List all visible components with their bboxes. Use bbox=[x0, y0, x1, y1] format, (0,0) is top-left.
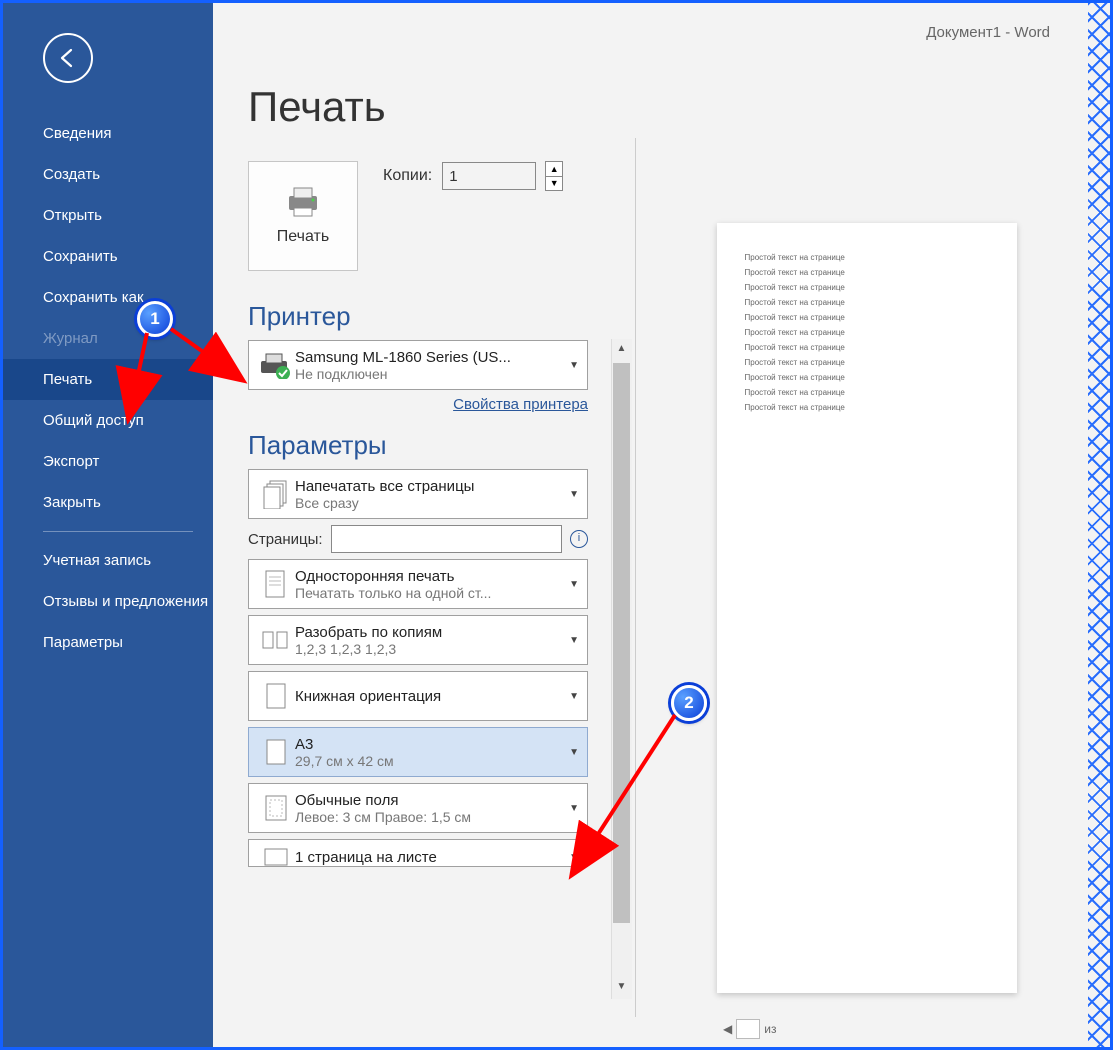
sidebar-item-account[interactable]: Учетная запись bbox=[3, 540, 213, 581]
sidebar-item-save[interactable]: Сохранить bbox=[3, 236, 213, 277]
preview-pager[interactable]: ◀ из bbox=[723, 1019, 776, 1039]
pps-line1: 1 страница на листе bbox=[295, 849, 567, 866]
collate-icon bbox=[261, 628, 291, 652]
copies-row: Копии: 1 ▲ ▼ bbox=[383, 161, 563, 191]
chevron-down-icon: ▼ bbox=[567, 579, 579, 590]
chevron-down-icon: ▼ bbox=[567, 489, 579, 500]
vertical-divider bbox=[635, 138, 636, 1017]
chevron-down-icon: ▼ bbox=[567, 635, 579, 646]
preview-text-line: Простой текст на странице bbox=[745, 358, 989, 367]
window-title: Документ1 - Word bbox=[213, 3, 1110, 61]
preview-page: Простой текст на странице Простой текст н… bbox=[717, 223, 1017, 993]
settings-scrollbar[interactable]: ▲ ▼ bbox=[611, 339, 632, 999]
printer-ready-icon bbox=[259, 351, 293, 379]
sidebar-item-feedback[interactable]: Отзывы и предложения bbox=[3, 581, 213, 622]
print-button-label: Печать bbox=[277, 228, 329, 246]
print-scope-selector[interactable]: Напечатать все страницы Все сразу ▼ bbox=[248, 469, 588, 519]
preview-text-line: Простой текст на странице bbox=[745, 253, 989, 262]
collate-line2: 1,2,3 1,2,3 1,2,3 bbox=[295, 641, 567, 657]
preview-text-line: Простой текст на странице bbox=[745, 343, 989, 352]
pager-of-label: из bbox=[764, 1022, 776, 1036]
info-icon[interactable]: i bbox=[570, 530, 588, 548]
sidebar-item-share[interactable]: Общий доступ bbox=[3, 400, 213, 441]
sides-selector[interactable]: Односторонняя печать Печатать только на … bbox=[248, 559, 588, 609]
sidebar-item-print[interactable]: Печать bbox=[3, 359, 213, 400]
sidebar-item-options[interactable]: Параметры bbox=[3, 622, 213, 663]
printer-icon bbox=[283, 186, 323, 218]
sidebar-item-open[interactable]: Открыть bbox=[3, 195, 213, 236]
paper-icon bbox=[265, 738, 287, 766]
preview-text-line: Простой текст на странице bbox=[745, 313, 989, 322]
copies-label: Копии: bbox=[383, 167, 432, 185]
pages-stack-icon bbox=[262, 479, 290, 509]
scroll-down-icon[interactable]: ▼ bbox=[614, 981, 629, 995]
preview-text-line: Простой текст на странице bbox=[745, 268, 989, 277]
sidebar-item-export[interactable]: Экспорт bbox=[3, 441, 213, 482]
pps-icon bbox=[264, 848, 288, 866]
sidebar-item-new[interactable]: Создать bbox=[3, 154, 213, 195]
margins-line2: Левое: 3 см Правое: 1,5 см bbox=[295, 809, 567, 825]
copies-input[interactable]: 1 bbox=[442, 162, 536, 190]
spinner-up-icon[interactable]: ▲ bbox=[545, 161, 563, 176]
preview-text-line: Простой текст на странице bbox=[745, 388, 989, 397]
sidebar-item-saveas[interactable]: Сохранить как bbox=[3, 277, 213, 318]
chevron-down-icon: ▼ bbox=[567, 360, 579, 371]
sides-line1: Односторонняя печать bbox=[295, 568, 567, 585]
preview-text-line: Простой текст на странице bbox=[745, 373, 989, 382]
printer-name: Samsung ML-1860 Series (US... bbox=[295, 349, 567, 366]
margins-icon bbox=[264, 794, 288, 822]
print-preview: Простой текст на странице Простой текст н… bbox=[643, 83, 1090, 1017]
papersize-selector[interactable]: A3 29,7 см x 42 см ▼ bbox=[248, 727, 588, 777]
margins-line1: Обычные поля bbox=[295, 792, 567, 809]
scroll-up-icon[interactable]: ▲ bbox=[614, 343, 629, 357]
collate-selector[interactable]: Разобрать по копиям 1,2,3 1,2,3 1,2,3 ▼ bbox=[248, 615, 588, 665]
page-title: Печать bbox=[248, 83, 688, 131]
sides-line2: Печатать только на одной ст... bbox=[295, 585, 567, 601]
printer-status: Не подключен bbox=[295, 366, 567, 382]
chevron-down-icon: ▼ bbox=[567, 803, 579, 814]
sidebar-divider bbox=[43, 531, 193, 532]
pages-per-sheet-selector[interactable]: 1 страница на листе ▼ bbox=[248, 839, 588, 867]
arrow-left-icon bbox=[56, 46, 80, 70]
paper-line1: A3 bbox=[295, 736, 567, 753]
printer-selector[interactable]: Samsung ML-1860 Series (US... Не подключ… bbox=[248, 340, 588, 390]
collate-line1: Разобрать по копиям bbox=[295, 624, 567, 641]
pages-input[interactable] bbox=[331, 525, 562, 553]
scope-line1: Напечатать все страницы bbox=[295, 478, 567, 495]
scope-line2: Все сразу bbox=[295, 495, 567, 511]
preview-text-line: Простой текст на странице bbox=[745, 283, 989, 292]
scroll-thumb[interactable] bbox=[613, 363, 630, 923]
torn-edge-decoration bbox=[1088, 0, 1113, 1050]
preview-text-line: Простой текст на странице bbox=[745, 298, 989, 307]
orientation-selector[interactable]: Книжная ориентация ▼ bbox=[248, 671, 588, 721]
backstage-sidebar: Сведения Создать Открыть Сохранить Сохра… bbox=[3, 3, 213, 1047]
paper-line2: 29,7 см x 42 см bbox=[295, 753, 567, 769]
printer-properties-link[interactable]: Свойства принтера bbox=[453, 396, 588, 413]
settings-heading-text: Параметры bbox=[248, 430, 387, 461]
preview-text-line: Простой текст на странице bbox=[745, 403, 989, 412]
single-side-icon bbox=[263, 569, 289, 599]
pages-label: Страницы: bbox=[248, 531, 323, 548]
print-button[interactable]: Печать bbox=[248, 161, 358, 271]
back-button[interactable] bbox=[43, 33, 93, 83]
margins-selector[interactable]: Обычные поля Левое: 3 см Правое: 1,5 см … bbox=[248, 783, 588, 833]
portrait-icon bbox=[265, 682, 287, 710]
printer-heading-text: Принтер bbox=[248, 301, 351, 332]
spinner-down-icon[interactable]: ▼ bbox=[545, 176, 563, 191]
sidebar-item-close[interactable]: Закрыть bbox=[3, 482, 213, 523]
copies-spinner[interactable]: ▲ ▼ bbox=[545, 161, 563, 191]
chevron-down-icon: ▼ bbox=[567, 852, 579, 863]
preview-text-line: Простой текст на странице bbox=[745, 328, 989, 337]
printer-section-header: Принтер i bbox=[248, 301, 688, 332]
chevron-down-icon: ▼ bbox=[567, 747, 579, 758]
sidebar-item-info[interactable]: Сведения bbox=[3, 113, 213, 154]
page-number-input[interactable] bbox=[736, 1019, 760, 1039]
sidebar-item-history[interactable]: Журнал bbox=[3, 318, 213, 359]
chevron-down-icon: ▼ bbox=[567, 691, 579, 702]
prev-page-icon[interactable]: ◀ bbox=[723, 1022, 732, 1036]
orient-line1: Книжная ориентация bbox=[295, 688, 567, 705]
